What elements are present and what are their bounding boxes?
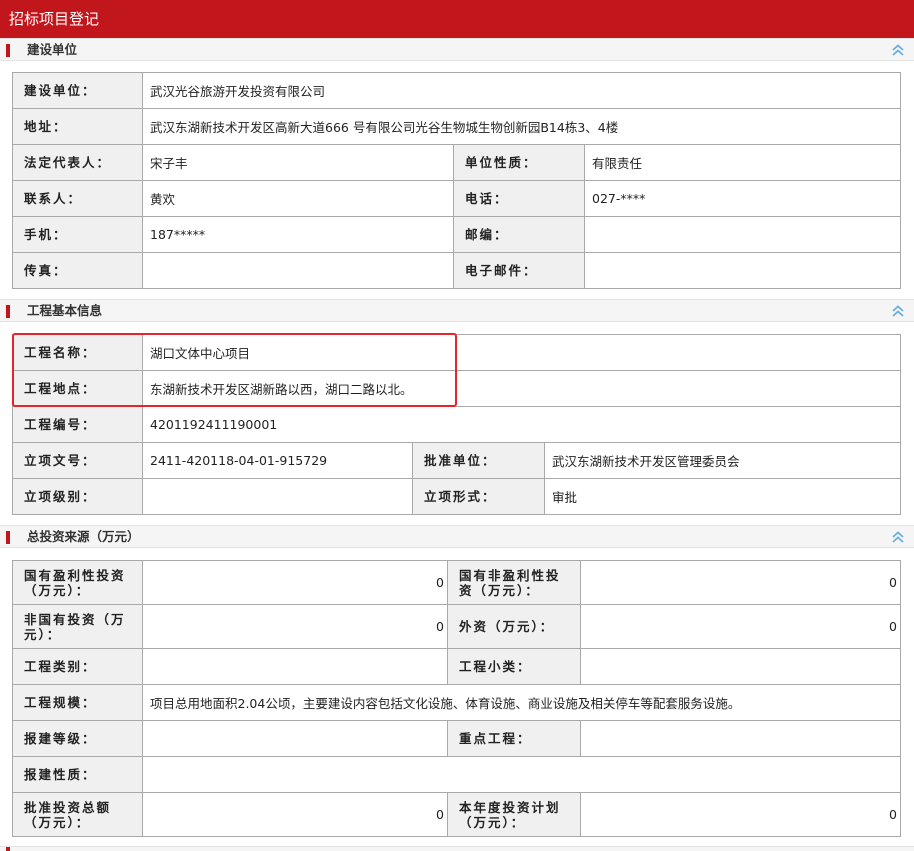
email-label: 电子邮件： bbox=[453, 252, 585, 289]
double-chevron-up-icon[interactable] bbox=[891, 529, 905, 545]
project-code-value: 4201192411190001 bbox=[141, 406, 902, 443]
grade-label: 报建等级： bbox=[12, 720, 143, 757]
approved-total-label: 批准投资总额（万元）： bbox=[12, 792, 143, 837]
approval-form-label: 立项形式： bbox=[412, 478, 545, 515]
table-row: 联系人： 黄欢 电话： 027-**** bbox=[12, 180, 902, 217]
table-row: 国有盈利性投资（万元）： 0 国有非盈利性投资（万元）： 0 bbox=[12, 560, 901, 605]
double-chevron-up-icon[interactable] bbox=[891, 303, 905, 319]
mobile-value: 187***** bbox=[142, 216, 454, 253]
fax-value bbox=[142, 252, 454, 289]
contact-value: 黄欢 bbox=[142, 180, 454, 217]
address-value: 武汉东湖新技术开发区高新大道666 号有限公司光谷生物城生物创新园B14栋3、4… bbox=[141, 108, 902, 145]
window-title: 招标项目登记 bbox=[0, 0, 914, 38]
project-name-value: 湖口文体中心项目 bbox=[141, 334, 902, 371]
nature-label: 报建性质： bbox=[12, 756, 143, 793]
address-label: 地址： bbox=[12, 108, 143, 145]
category-value bbox=[142, 648, 448, 685]
state-nonprofit-label: 国有非盈利性投资（万元）： bbox=[447, 560, 581, 605]
state-profit-label: 国有盈利性投资（万元）： bbox=[12, 560, 143, 605]
investment-table: 国有盈利性投资（万元）： 0 国有非盈利性投资（万元）： 0 非国有投资（万元）… bbox=[12, 560, 901, 837]
approval-doc-label: 立项文号： bbox=[12, 442, 143, 479]
section-title-builder: 建设单位 bbox=[27, 42, 78, 57]
table-row: 手机： 187***** 邮编： bbox=[12, 216, 902, 253]
section-marker bbox=[6, 305, 10, 318]
approver-value: 武汉东湖新技术开发区管理委员会 bbox=[543, 442, 902, 479]
section-marker bbox=[6, 847, 10, 851]
key-project-label: 重点工程： bbox=[447, 720, 581, 757]
project-code-label: 工程编号： bbox=[12, 406, 143, 443]
approved-total-value: 0 bbox=[142, 792, 448, 837]
key-project-value bbox=[580, 720, 901, 757]
foreign-value: 0 bbox=[580, 604, 901, 649]
table-row: 报建性质： bbox=[12, 756, 901, 793]
table-row: 工程地点： 东湖新技术开发区湖新路以西，湖口二路以北。 bbox=[12, 370, 902, 407]
unit-nature-label: 单位性质： bbox=[453, 144, 585, 181]
state-profit-value: 0 bbox=[142, 560, 448, 605]
table-row: 工程名称： 湖口文体中心项目 bbox=[12, 334, 902, 371]
project-location-label: 工程地点： bbox=[12, 370, 143, 407]
subcategory-label: 工程小类： bbox=[447, 648, 581, 685]
year-plan-label: 本年度投资计划（万元）： bbox=[447, 792, 581, 837]
table-row: 工程规模： 项目总用地面积2.04公顷，主要建设内容包括文化设施、体育设施、商业… bbox=[12, 684, 901, 721]
foreign-label: 外资（万元）： bbox=[447, 604, 581, 649]
unit-label: 建设单位： bbox=[12, 72, 143, 109]
state-nonprofit-value: 0 bbox=[580, 560, 901, 605]
category-label: 工程类别： bbox=[12, 648, 143, 685]
section-header-investment: 总投资来源（万元） bbox=[0, 525, 914, 548]
table-row: 批准投资总额（万元）： 0 本年度投资计划（万元）： 0 bbox=[12, 792, 901, 837]
section-header-project: 工程基本信息 bbox=[0, 299, 914, 322]
approval-level-label: 立项级别： bbox=[12, 478, 143, 515]
section-title-investment: 总投资来源（万元） bbox=[27, 529, 140, 544]
table-row: 非国有投资（万元）： 0 外资（万元）： 0 bbox=[12, 604, 901, 649]
table-row: 工程类别： 工程小类： bbox=[12, 648, 901, 685]
scale-label: 工程规模： bbox=[12, 684, 143, 721]
section-title-project: 工程基本信息 bbox=[27, 303, 103, 318]
table-row: 报建等级： 重点工程： bbox=[12, 720, 901, 757]
approval-form-value: 审批 bbox=[543, 478, 902, 515]
subcategory-value bbox=[580, 648, 901, 685]
phone-value: 027-**** bbox=[583, 180, 902, 217]
legal-rep-value: 宋子丰 bbox=[142, 144, 454, 181]
project-name-label: 工程名称： bbox=[12, 334, 143, 371]
project-table: 工程名称： 湖口文体中心项目 工程地点： 东湖新技术开发区湖新路以西，湖口二路以… bbox=[12, 334, 902, 515]
approval-level-value bbox=[142, 478, 413, 515]
postcode-label: 邮编： bbox=[453, 216, 585, 253]
table-row: 传真： 电子邮件： bbox=[12, 252, 902, 289]
nonstate-label: 非国有投资（万元）： bbox=[12, 604, 143, 649]
section-marker bbox=[6, 44, 10, 57]
scale-value: 项目总用地面积2.04公顷，主要建设内容包括文化设施、体育设施、商业设施及相关停… bbox=[142, 684, 901, 721]
builder-table: 建设单位： 武汉光谷旅游开发投资有限公司 地址： 武汉东湖新技术开发区高新大道6… bbox=[12, 72, 902, 289]
year-plan-value: 0 bbox=[580, 792, 901, 837]
table-row: 工程编号： 4201192411190001 bbox=[12, 406, 902, 443]
grade-value bbox=[142, 720, 448, 757]
table-row: 法定代表人： 宋子丰 单位性质： 有限责任 bbox=[12, 144, 902, 181]
contact-label: 联系人： bbox=[12, 180, 143, 217]
legal-rep-label: 法定代表人： bbox=[12, 144, 143, 181]
postcode-value bbox=[583, 216, 902, 253]
table-row: 立项文号： 2411-420118-04-01-915729 批准单位： 武汉东… bbox=[12, 442, 902, 479]
double-chevron-up-icon[interactable] bbox=[891, 42, 905, 58]
table-row: 建设单位： 武汉光谷旅游开发投资有限公司 bbox=[12, 72, 902, 109]
table-row: 立项级别： 立项形式： 审批 bbox=[12, 478, 902, 515]
approval-doc-value: 2411-420118-04-01-915729 bbox=[142, 442, 413, 479]
nonstate-value: 0 bbox=[142, 604, 448, 649]
section-marker bbox=[6, 531, 10, 544]
section-header-builder: 建设单位 bbox=[0, 38, 914, 61]
unit-nature-value: 有限责任 bbox=[583, 144, 902, 181]
project-location-value: 东湖新技术开发区湖新路以西，湖口二路以北。 bbox=[141, 370, 902, 407]
mobile-label: 手机： bbox=[12, 216, 143, 253]
email-value bbox=[583, 252, 902, 289]
approver-label: 批准单位： bbox=[412, 442, 545, 479]
fax-label: 传真： bbox=[12, 252, 143, 289]
table-row: 地址： 武汉东湖新技术开发区高新大道666 号有限公司光谷生物城生物创新园B14… bbox=[12, 108, 902, 145]
nature-value bbox=[142, 756, 901, 793]
phone-label: 电话： bbox=[453, 180, 585, 217]
unit-value: 武汉光谷旅游开发投资有限公司 bbox=[141, 72, 902, 109]
next-section-stub bbox=[0, 846, 914, 851]
